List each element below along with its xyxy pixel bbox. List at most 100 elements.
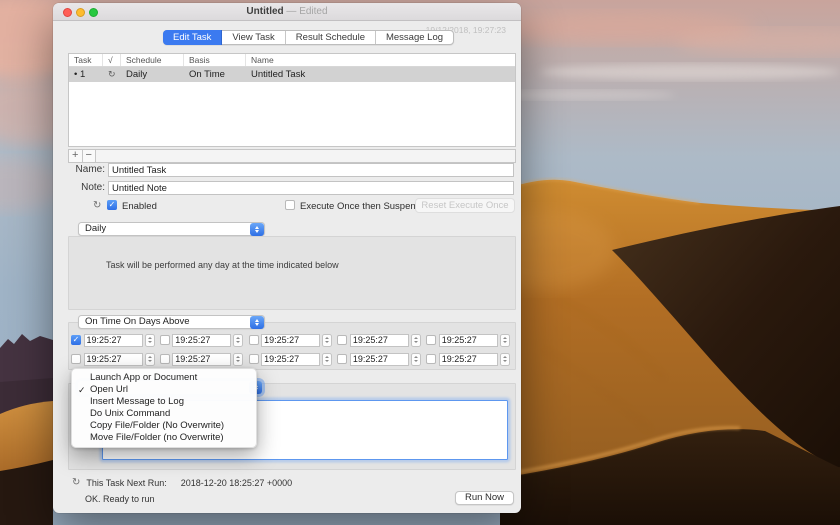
next-run-row: ↻ This Task Next Run: 2018-12-20 18:25:2… xyxy=(72,477,292,488)
run-now-button[interactable]: Run Now xyxy=(455,491,514,505)
time-checkbox[interactable] xyxy=(426,354,436,364)
schedule-description-panel: Task will be performed any day at the ti… xyxy=(68,236,516,310)
document-title: Untitled xyxy=(246,6,283,17)
col-name[interactable]: Name xyxy=(246,54,515,66)
menu-item-unix-command[interactable]: Do Unix Command xyxy=(72,408,256,420)
name-row: Name: xyxy=(53,163,521,177)
reset-execute-once-button[interactable]: Reset Execute Once xyxy=(415,198,515,213)
app-window: Untitled — Edited 19/12/2018, 19:27:23 E… xyxy=(53,3,521,513)
edited-indicator: — Edited xyxy=(284,6,328,17)
note-label: Note: xyxy=(81,181,105,195)
time-input[interactable] xyxy=(261,353,320,366)
time-slot xyxy=(249,333,338,347)
time-stepper-icon[interactable] xyxy=(233,353,243,366)
time-slot: ✓ xyxy=(71,333,160,347)
time-stepper-icon[interactable] xyxy=(233,334,243,347)
col-check[interactable]: √ xyxy=(103,54,121,66)
note-input[interactable] xyxy=(108,181,514,195)
add-task-button[interactable]: + xyxy=(69,150,83,162)
menu-item-copy-file[interactable]: Copy File/Folder (No Overwrite) xyxy=(72,420,256,432)
time-checkbox[interactable] xyxy=(249,335,259,345)
execute-once-label: Execute Once then Suspend xyxy=(300,201,421,212)
traffic-lights xyxy=(63,8,98,17)
time-stepper-icon[interactable] xyxy=(145,334,155,347)
time-stepper-icon[interactable] xyxy=(145,353,155,366)
menu-item-insert-message[interactable]: Insert Message to Log xyxy=(72,396,256,408)
col-basis[interactable]: Basis xyxy=(184,54,246,66)
time-stepper-icon[interactable] xyxy=(500,353,510,366)
enabled-label: Enabled xyxy=(122,201,157,212)
time-row-2 xyxy=(71,352,515,366)
time-slot xyxy=(426,333,515,347)
remove-task-button[interactable]: − xyxy=(83,150,97,162)
schedule-type-value: Daily xyxy=(85,223,106,235)
time-row-1: ✓ xyxy=(71,333,515,347)
time-checkbox[interactable] xyxy=(160,354,170,364)
close-button[interactable] xyxy=(63,8,72,17)
time-slot xyxy=(160,333,249,347)
next-run-label: This Task Next Run: xyxy=(86,478,166,488)
tab-edit-task[interactable]: Edit Task xyxy=(163,30,222,45)
table-toolbar: + − xyxy=(68,149,516,163)
time-slot xyxy=(337,352,426,366)
time-grid-panel: ✓ xyxy=(68,322,516,370)
note-row: Note: xyxy=(53,181,521,195)
refresh-icon[interactable]: ↻ xyxy=(93,200,101,211)
time-checkbox[interactable] xyxy=(71,354,81,364)
name-input[interactable] xyxy=(108,163,514,177)
tab-view-task[interactable]: View Task xyxy=(222,31,285,44)
execute-once-checkbox[interactable] xyxy=(285,200,295,210)
time-input[interactable] xyxy=(261,334,320,347)
time-input[interactable] xyxy=(172,334,231,347)
time-stepper-icon[interactable] xyxy=(500,334,510,347)
col-task[interactable]: Task xyxy=(69,54,103,66)
time-input[interactable] xyxy=(84,353,143,366)
time-checkbox[interactable] xyxy=(337,354,347,364)
menu-item-launch-app[interactable]: Launch App or Document xyxy=(72,372,256,384)
col-schedule[interactable]: Schedule xyxy=(121,54,184,66)
time-input[interactable] xyxy=(350,353,409,366)
time-slot xyxy=(249,352,338,366)
time-checkbox[interactable]: ✓ xyxy=(71,335,81,345)
time-stepper-icon[interactable] xyxy=(411,353,421,366)
tab-result-schedule[interactable]: Result Schedule xyxy=(286,31,376,44)
time-input[interactable] xyxy=(350,334,409,347)
cell-basis: On Time xyxy=(184,69,246,80)
time-checkbox[interactable] xyxy=(337,335,347,345)
window-title: Untitled — Edited xyxy=(246,6,327,17)
time-slot xyxy=(426,352,515,366)
cell-name: Untitled Task xyxy=(246,69,515,80)
menu-item-open-url[interactable]: ✓Open Url xyxy=(72,384,256,396)
title-bar[interactable]: Untitled — Edited xyxy=(53,3,521,21)
time-checkbox[interactable] xyxy=(160,335,170,345)
status-text: OK. Ready to run xyxy=(85,494,155,504)
basis-popup[interactable]: On Time On Days Above xyxy=(78,315,265,329)
time-slot xyxy=(71,352,160,366)
time-input[interactable] xyxy=(439,334,498,347)
minimize-button[interactable] xyxy=(76,8,85,17)
time-input[interactable] xyxy=(84,334,143,347)
time-stepper-icon[interactable] xyxy=(411,334,421,347)
cell-task: • 1 xyxy=(69,69,103,80)
next-run-value: 2018-12-20 18:25:27 +0000 xyxy=(181,478,292,488)
menu-item-move-file[interactable]: Move File/Folder (no Overwrite) xyxy=(72,432,256,444)
time-slot xyxy=(337,333,426,347)
enabled-checkbox[interactable]: ✓ xyxy=(107,200,117,210)
name-label: Name: xyxy=(76,163,105,177)
basis-value: On Time On Days Above xyxy=(85,316,190,328)
tab-message-log[interactable]: Message Log xyxy=(376,31,453,44)
zoom-button[interactable] xyxy=(89,8,98,17)
table-row[interactable]: • 1 ↻ Daily On Time Untitled Task xyxy=(69,67,515,82)
time-checkbox[interactable] xyxy=(426,335,436,345)
table-header: Task √ Schedule Basis Name xyxy=(69,54,515,67)
time-stepper-icon[interactable] xyxy=(322,353,332,366)
desktop: Untitled — Edited 19/12/2018, 19:27:23 E… xyxy=(0,0,840,525)
time-input[interactable] xyxy=(172,353,231,366)
time-input[interactable] xyxy=(439,353,498,366)
schedule-type-popup[interactable]: Daily xyxy=(78,222,265,236)
refresh-icon[interactable]: ↻ xyxy=(72,477,80,488)
time-checkbox[interactable] xyxy=(249,354,259,364)
popup-stepper-icon xyxy=(250,316,264,329)
time-stepper-icon[interactable] xyxy=(322,334,332,347)
options-row: ↻ ✓ Enabled Execute Once then Suspend Re… xyxy=(53,199,521,213)
